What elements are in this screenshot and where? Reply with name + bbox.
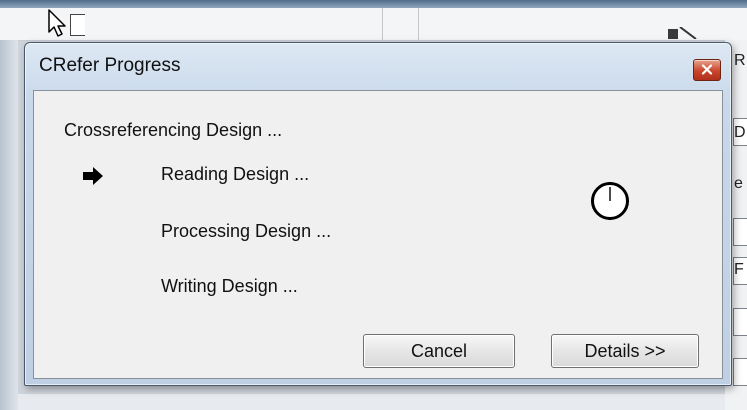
step-processing: Processing Design ... (161, 221, 332, 241)
clock-icon (591, 182, 629, 220)
background-field (733, 358, 747, 386)
mouse-pointer-icon (48, 9, 66, 37)
background-field (733, 218, 747, 246)
background-grip-icon (668, 27, 697, 39)
background-control (70, 14, 85, 36)
background-bottom-edge (18, 394, 725, 410)
arrow-right-icon (83, 167, 103, 185)
step-writing: Writing Design ... (161, 276, 298, 296)
background-left-edge (0, 40, 18, 410)
desktop: R D e F CRefer Progress Crossreferencing… (0, 0, 747, 410)
close-button[interactable] (693, 59, 721, 81)
background-text: e (734, 175, 743, 192)
background-divider (418, 8, 419, 40)
progress-dialog: CRefer Progress Crossreferencing Design … (24, 42, 732, 386)
background-text: R (734, 52, 746, 69)
background-text: D (734, 124, 746, 141)
cancel-button[interactable]: Cancel (363, 334, 515, 368)
close-icon (701, 64, 713, 75)
dialog-body: Crossreferencing Design ... Reading Desi… (33, 90, 723, 379)
background-toolbar (0, 8, 747, 41)
progress-heading: Crossreferencing Design ... (64, 120, 283, 140)
background-field (733, 308, 747, 336)
background-text: F (734, 261, 744, 278)
background-window-titlebar (0, 0, 747, 8)
details-button[interactable]: Details >> (551, 334, 699, 368)
background-divider (382, 8, 383, 40)
step-reading: Reading Design ... (161, 164, 310, 184)
dialog-title: CRefer Progress (39, 55, 181, 76)
dialog-titlebar[interactable]: CRefer Progress (25, 43, 731, 83)
